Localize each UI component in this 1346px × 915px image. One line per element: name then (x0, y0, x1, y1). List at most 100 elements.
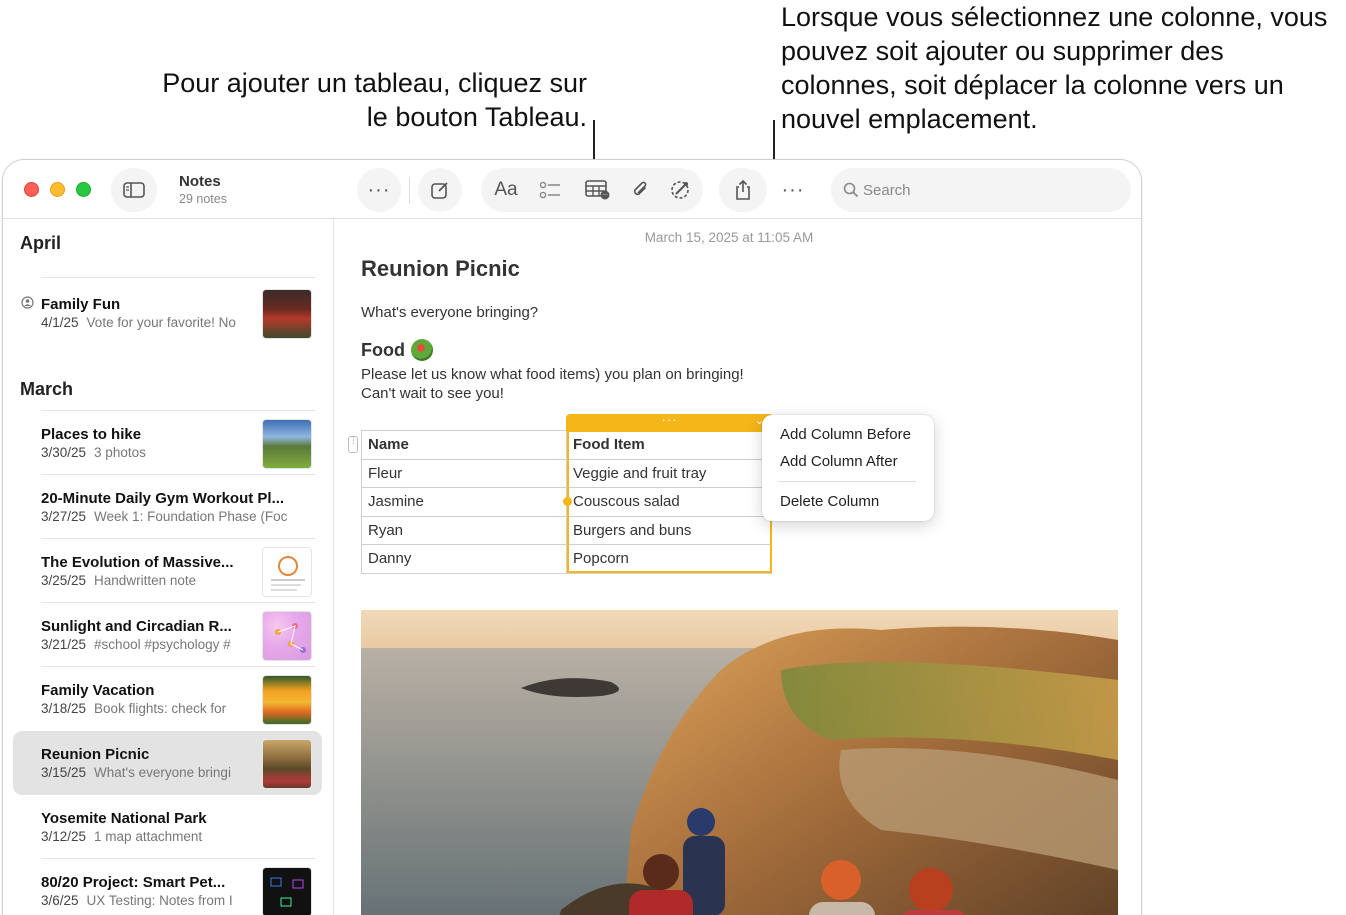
notes-list: April Family Fun 4/1/25 Vote for your fav… (3, 219, 334, 915)
note-editor[interactable]: March 15, 2025 at 11:05 AM Reunion Picni… (334, 219, 1141, 915)
table-icon: ··· (585, 180, 610, 200)
section-header-march: March (20, 379, 74, 399)
note-date: 3/25/25 (41, 573, 87, 588)
note-item-family-fun[interactable]: Family Fun 4/1/25 Vote for your favorite!… (41, 282, 316, 344)
table-row: Danny Popcorn (361, 544, 772, 574)
more-actions-button[interactable]: ··· (775, 168, 811, 212)
note-body-line-1[interactable]: Please let us know what food items) you … (361, 365, 744, 384)
format-icon: Aa (494, 179, 518, 200)
note-title: 20-Minute Daily Gym Workout Pl... (41, 490, 285, 507)
checklist-button[interactable] (533, 168, 567, 212)
note-date: 3/15/25 (41, 765, 87, 780)
share-button[interactable] (719, 168, 767, 212)
more-icon: ··· (781, 179, 805, 201)
callout-column-selection: Lorsque vous sélectionnez une colonne, v… (781, 2, 1328, 134)
note-item-smart-pet[interactable]: 80/20 Project: Smart Pet... 3/6/25 UX Tes… (41, 860, 316, 915)
toolbar: Notes 29 notes ··· Aa ··· ··· Search (3, 160, 1141, 219)
note-meta: 3/21/25 #school #psychology # (41, 637, 251, 652)
column-context-menu: Add Column Before Add Column After Delet… (762, 415, 934, 521)
table-cell[interactable]: Jasmine (361, 487, 567, 517)
stage: Pour ajouter un tableau, cliquez sur le … (0, 0, 1346, 915)
menu-item-add-column-before[interactable]: Add Column Before (780, 426, 911, 443)
list-divider (41, 602, 316, 603)
menu-item-add-column-after[interactable]: Add Column After (780, 453, 898, 470)
note-title: Places to hike (41, 426, 142, 443)
note-title: 80/20 Project: Smart Pet... (41, 874, 226, 891)
table-header-cell[interactable]: Food Item (566, 430, 772, 460)
list-divider (41, 474, 316, 475)
checklist-icon (539, 181, 560, 199)
note-title: Sunlight and Circadian R... (41, 618, 232, 635)
menu-separator (778, 481, 916, 482)
salad-emoji-icon (410, 339, 433, 361)
table-row: Ryan Burgers and buns (361, 515, 772, 545)
svg-text:···: ··· (602, 192, 608, 199)
note-item-sunlight[interactable]: Sunlight and Circadian R... 3/21/25 #scho… (41, 604, 316, 666)
shared-icon (21, 296, 34, 309)
table-header-cell[interactable]: Name (361, 430, 567, 460)
note-item-family-vacation[interactable]: Family Vacation 3/18/25 Book flights: che… (41, 668, 316, 730)
collaborate-button[interactable] (664, 168, 698, 212)
table-cell[interactable]: Veggie and fruit tray (566, 458, 772, 488)
column-handle[interactable]: ··· ⌄ (566, 413, 773, 431)
note-item-places-to-hike[interactable]: Places to hike 3/30/25 3 photos (41, 412, 316, 474)
note-preview: What's everyone bringi (94, 765, 231, 780)
zoom-button[interactable] (76, 182, 91, 197)
menu-item-delete-column[interactable]: Delete Column (780, 493, 879, 510)
table-row: Fleur Veggie and fruit tray (361, 458, 772, 488)
section-header-april: April (20, 233, 62, 253)
callout-add-table: Pour ajouter un tableau, cliquez sur le … (162, 68, 587, 132)
note-timestamp: March 15, 2025 at 11:05 AM (644, 230, 814, 245)
selection-handle[interactable] (563, 497, 572, 506)
row-handle[interactable]: ⋮ (348, 436, 358, 453)
collaborate-icon (671, 181, 689, 199)
note-preview: Vote for your favorite! No (86, 315, 236, 330)
picnic-photo[interactable] (361, 610, 1118, 915)
note-date: 3/6/25 (41, 893, 79, 908)
more-options-button[interactable]: ··· (357, 168, 401, 212)
table-cell[interactable]: Burgers and buns (566, 515, 772, 545)
note-meta: 3/18/25 Book flights: check for (41, 701, 251, 716)
note-thumbnail (262, 547, 312, 597)
note-item-reunion-picnic[interactable]: Reunion Picnic 3/15/25 What's everyone br… (41, 732, 316, 794)
sidebar-toggle-button[interactable] (111, 168, 157, 212)
note-item-gym-workout[interactable]: 20-Minute Daily Gym Workout Pl... 3/27/2… (41, 476, 316, 538)
note-count: 29 notes (179, 192, 227, 206)
note-title-heading[interactable]: Reunion Picnic (361, 256, 520, 282)
table-cell[interactable]: Fleur (361, 458, 567, 488)
note-preview: Book flights: check for (94, 701, 227, 716)
attachment-button[interactable] (623, 168, 657, 212)
table-cell[interactable]: Popcorn (566, 544, 772, 574)
note-title: Reunion Picnic (41, 746, 150, 763)
format-button[interactable]: Aa (487, 168, 525, 212)
note-item-evolution[interactable]: The Evolution of Massive... 3/25/25 Handw… (41, 540, 316, 602)
note-date: 3/30/25 (41, 445, 87, 460)
food-heading-text: Food (361, 339, 405, 360)
note-preview: Week 1: Foundation Phase (Foc (94, 509, 288, 524)
note-date: 3/12/25 (41, 829, 87, 844)
notes-window: Notes 29 notes ··· Aa ··· ··· Search Apr… (2, 159, 1142, 915)
new-note-button[interactable] (418, 168, 462, 212)
app-title: Notes 29 notes (179, 173, 227, 206)
list-divider (41, 666, 316, 667)
table-cell[interactable]: Ryan (361, 515, 567, 545)
table-cell[interactable]: Couscous salad (566, 487, 772, 517)
note-date: 3/27/25 (41, 509, 87, 524)
food-heading[interactable]: Food (361, 339, 433, 361)
table-button[interactable]: ··· (581, 168, 615, 212)
note-body-line-2[interactable]: Can't wait to see you! (361, 384, 504, 403)
note-item-yosemite[interactable]: Yosemite National Park 3/12/25 1 map atta… (41, 796, 316, 858)
note-meta: 4/1/25 Vote for your favorite! No (41, 315, 251, 330)
list-divider (41, 538, 316, 539)
search-field[interactable]: Search (831, 168, 1131, 212)
note-meta: 3/30/25 3 photos (41, 445, 251, 460)
close-button[interactable] (24, 182, 39, 197)
note-title: The Evolution of Massive... (41, 554, 234, 571)
note-meta: 3/12/25 1 map attachment (41, 829, 251, 844)
toolbar-separator (409, 178, 410, 204)
note-thumbnail (262, 289, 312, 339)
list-divider (41, 858, 316, 859)
table-cell[interactable]: Danny (361, 544, 567, 574)
note-intro-text[interactable]: What's everyone bringing? (361, 303, 538, 322)
minimize-button[interactable] (50, 182, 65, 197)
